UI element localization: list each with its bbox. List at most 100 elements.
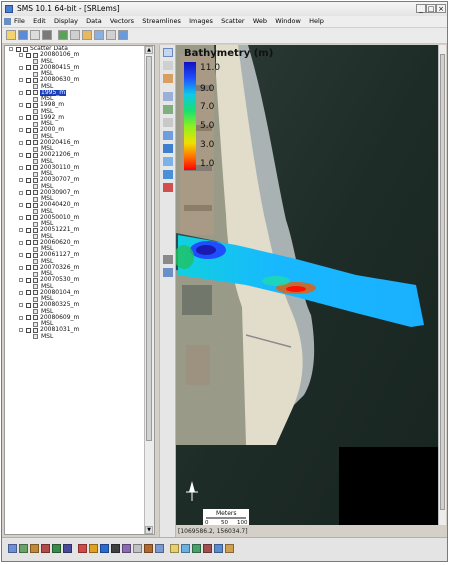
tool-table-icon[interactable]	[192, 544, 201, 553]
maximize-button[interactable]: □	[426, 4, 436, 13]
menu-data[interactable]: Data	[86, 17, 102, 25]
tree-expander-icon[interactable]	[19, 65, 23, 70]
tree-expander-icon[interactable]	[19, 290, 23, 295]
tool-layers-icon[interactable]	[155, 544, 164, 553]
check-icon[interactable]	[58, 30, 68, 40]
tree-expander-icon[interactable]	[19, 103, 23, 108]
dataset-checkbox[interactable]	[26, 327, 31, 333]
module-gis-icon[interactable]	[52, 544, 61, 553]
menu-edit[interactable]: Edit	[33, 17, 46, 25]
tool-cross-icon[interactable]	[111, 544, 120, 553]
tool-globe-icon[interactable]	[100, 544, 109, 553]
tree-expander-icon[interactable]	[19, 278, 23, 283]
settings-icon[interactable]	[82, 30, 92, 40]
tree-expander-icon[interactable]	[19, 253, 23, 258]
menu-display[interactable]: Display	[54, 17, 78, 25]
dataset-checkbox[interactable]	[26, 177, 31, 183]
node-tool-icon[interactable]	[163, 170, 173, 179]
tree-expander-icon[interactable]	[9, 47, 13, 51]
map-vertical-scroll-thumb[interactable]	[440, 54, 445, 510]
tree-expander-icon[interactable]	[19, 215, 23, 220]
menu-web[interactable]: Web	[253, 17, 267, 25]
help-icon[interactable]	[118, 30, 128, 40]
tree-expander-icon[interactable]	[19, 228, 23, 233]
delete-icon[interactable]	[42, 30, 52, 40]
tool-path-icon[interactable]	[122, 544, 131, 553]
dataset-checkbox[interactable]	[26, 127, 31, 133]
rotate-tool-icon[interactable]	[163, 92, 173, 101]
open-folder-icon[interactable]	[6, 30, 16, 40]
module-grid-icon[interactable]	[19, 544, 28, 553]
module-scatter-icon[interactable]	[30, 544, 39, 553]
tree-expander-icon[interactable]	[19, 203, 23, 208]
grid-tool-icon[interactable]	[163, 255, 173, 264]
frame-icon[interactable]	[94, 30, 104, 40]
dataset-checkbox[interactable]	[26, 190, 31, 196]
dataset-checkbox[interactable]	[26, 140, 31, 146]
menu-help[interactable]: Help	[309, 17, 324, 25]
scroll-up-arrow-icon[interactable]: ▲	[145, 46, 153, 54]
dataset-checkbox[interactable]	[26, 165, 31, 171]
project-explorer[interactable]: Scatter Data 20080106_m MSL 20080415_m MSL 20…	[4, 45, 155, 535]
vertex-tool-icon[interactable]	[163, 144, 173, 153]
zoom-tool-icon[interactable]	[163, 61, 173, 70]
dataset-checkbox[interactable]	[26, 290, 31, 296]
dataset-checkbox[interactable]	[26, 277, 31, 283]
contour-tool-icon[interactable]	[163, 118, 173, 127]
tree-expander-icon[interactable]	[19, 178, 23, 183]
module-mesh-icon[interactable]	[8, 544, 17, 553]
tree-scrollbar[interactable]: ▲ ▼	[144, 46, 154, 534]
dataset-checkbox[interactable]	[26, 90, 31, 96]
tool-brush-icon[interactable]	[144, 544, 153, 553]
scroll-down-arrow-icon[interactable]: ▼	[145, 526, 153, 534]
image-tool-icon[interactable]	[163, 183, 173, 192]
tree-scroll-thumb[interactable]	[146, 56, 152, 441]
tree-checkbox[interactable]	[16, 46, 21, 52]
dataset-checkbox[interactable]	[26, 115, 31, 121]
tree-expander-icon[interactable]	[19, 328, 23, 333]
dataset-checkbox[interactable]	[26, 202, 31, 208]
tree-datum-item[interactable]: MSL	[5, 333, 146, 340]
info-icon[interactable]	[106, 30, 116, 40]
pan-tool-icon[interactable]	[163, 74, 173, 83]
print-icon[interactable]	[30, 30, 40, 40]
tree-expander-icon[interactable]	[19, 90, 23, 95]
menu-streamlines[interactable]: Streamlines	[142, 17, 181, 25]
menu-window[interactable]: Window	[275, 17, 301, 25]
tree-expander-icon[interactable]	[19, 315, 23, 320]
measure-tool-icon[interactable]	[163, 131, 173, 140]
zoom-icon[interactable]	[70, 30, 80, 40]
tree-expander-icon[interactable]	[19, 265, 23, 270]
tree-expander-icon[interactable]	[19, 78, 23, 83]
tool-measure-icon[interactable]	[133, 544, 142, 553]
dataset-checkbox[interactable]	[26, 227, 31, 233]
tool-export-icon[interactable]	[214, 544, 223, 553]
dataset-checkbox[interactable]	[26, 77, 31, 83]
tree-expander-icon[interactable]	[19, 53, 23, 58]
scatter-tool-icon[interactable]	[163, 105, 173, 114]
menu-images[interactable]: Images	[189, 17, 213, 25]
title-bar[interactable]: SMS 10.1 64-bit - [SRLems] _ □ ×	[2, 2, 447, 17]
tree-expander-icon[interactable]	[19, 303, 23, 308]
tool-plot-icon[interactable]	[203, 544, 212, 553]
dataset-checkbox[interactable]	[26, 152, 31, 158]
display-tool-icon[interactable]	[163, 268, 173, 277]
tree-expander-icon[interactable]	[19, 128, 23, 133]
tool-star-icon[interactable]	[89, 544, 98, 553]
close-button[interactable]: ×	[436, 4, 446, 13]
dataset-checkbox[interactable]	[26, 252, 31, 258]
tree-expander-icon[interactable]	[19, 153, 23, 158]
dataset-checkbox[interactable]	[26, 302, 31, 308]
dataset-checkbox[interactable]	[26, 215, 31, 221]
minimize-button[interactable]: _	[416, 4, 426, 13]
tree-expander-icon[interactable]	[19, 240, 23, 245]
module-annotation-icon[interactable]	[63, 544, 72, 553]
tree-expander-icon[interactable]	[19, 115, 23, 120]
dataset-checkbox[interactable]	[26, 65, 31, 71]
tool-image-icon[interactable]	[225, 544, 234, 553]
tool-red-icon[interactable]	[78, 544, 87, 553]
menu-scatter[interactable]: Scatter	[221, 17, 244, 25]
module-map-icon[interactable]	[41, 544, 50, 553]
dataset-checkbox[interactable]	[26, 315, 31, 321]
save-icon[interactable]	[18, 30, 28, 40]
